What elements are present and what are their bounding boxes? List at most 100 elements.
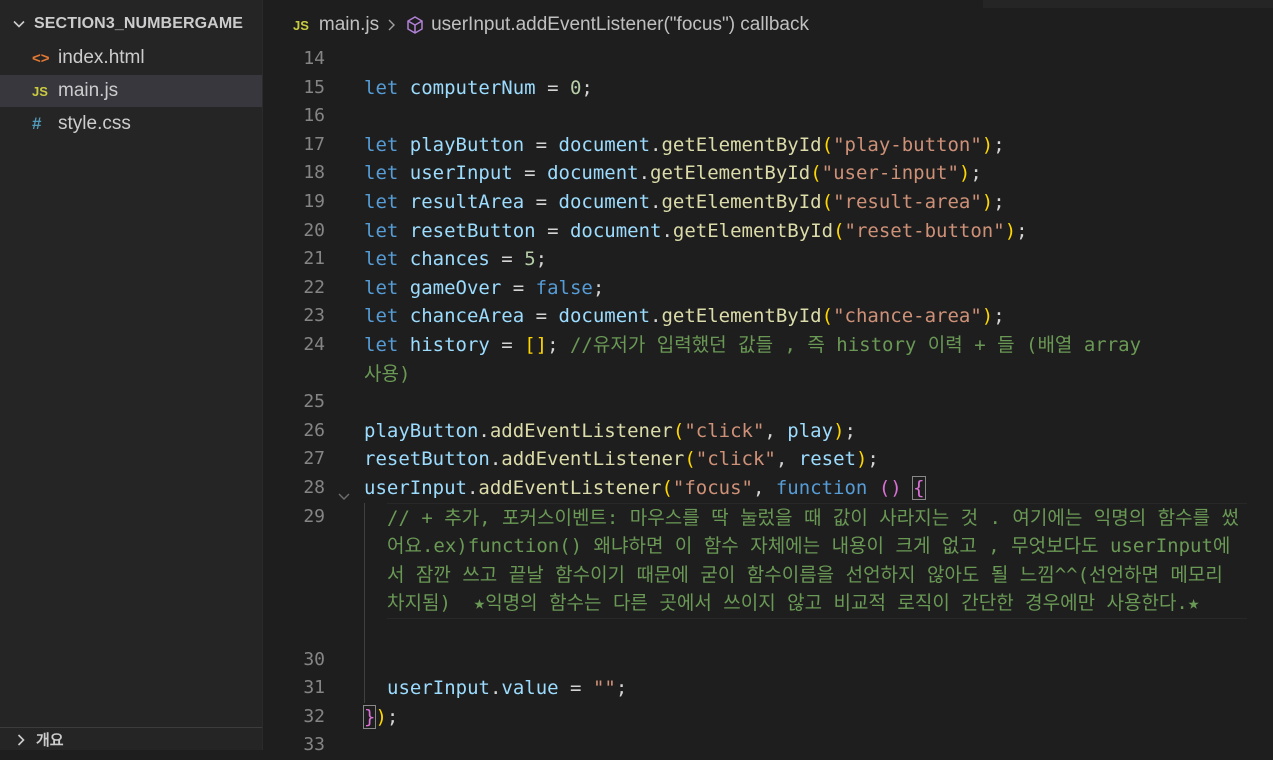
identifier: resetButton — [364, 448, 490, 471]
tab-main-js[interactable] — [263, 0, 983, 8]
file-name: index.html — [58, 47, 145, 68]
js-file-icon: JS — [32, 83, 48, 99]
code-line[interactable]: 15 let computerNum = 0; — [263, 74, 1273, 103]
code-line[interactable]: 31 userInput.value = ""; — [263, 674, 1273, 703]
js-file-icon: JS — [293, 17, 309, 33]
identifier: play — [787, 419, 834, 442]
outline-section-header[interactable]: 개요 — [0, 727, 262, 751]
code-line[interactable]: 26 playButton.addEventListener("click", p… — [263, 417, 1273, 446]
number-literal: 0 — [569, 76, 582, 99]
code-line[interactable]: 14 — [263, 45, 1273, 74]
identifier: resultArea — [409, 190, 525, 213]
identifier: chanceArea — [409, 305, 525, 328]
code-line[interactable]: 21 let chances = 5; — [263, 245, 1273, 274]
identifier: chances — [409, 248, 490, 271]
line-number: 22 — [303, 276, 325, 298]
file-item-main-js[interactable]: JS main.js — [0, 75, 262, 107]
function-name: addEventListener — [501, 448, 685, 471]
identifier: document — [558, 190, 651, 213]
html-file-icon: <> — [32, 49, 50, 67]
code-line[interactable]: 32}); — [263, 703, 1273, 732]
code-line[interactable]: 23 let chanceArea = document.getElementBy… — [263, 302, 1273, 331]
line-number: 33 — [303, 734, 325, 756]
line-number: 24 — [303, 333, 325, 355]
boolean-literal: false — [535, 276, 593, 299]
keyword: let — [364, 333, 399, 356]
code-line[interactable]: 24 let history = []; //유저가 입력했던 값들 , 즉 hi… — [263, 331, 1273, 388]
chevron-down-icon — [12, 17, 34, 31]
number-literal: 5 — [524, 248, 536, 271]
identifier: computerNum — [409, 76, 536, 99]
keyword: let — [364, 219, 399, 242]
identifier: playButton — [409, 133, 525, 156]
line-number: 29 — [303, 505, 325, 527]
code-line[interactable]: 30 — [263, 645, 1273, 675]
function-name: getElementById — [650, 162, 811, 185]
identifier: playButton — [364, 419, 479, 442]
identifier: document — [558, 133, 651, 156]
line-number: 26 — [303, 419, 325, 441]
identifier: history — [409, 333, 490, 356]
tab-strip — [263, 0, 1273, 8]
string-literal: "result-area" — [833, 190, 982, 213]
identifier: gameOver — [409, 276, 502, 299]
keyword: let — [364, 76, 399, 99]
function-name: getElementById — [661, 190, 822, 213]
bracket: } — [362, 704, 377, 729]
code-line[interactable]: 20 let resetButton = document.getElementB… — [263, 217, 1273, 246]
string-literal: "chance-area" — [833, 305, 982, 328]
identifier: userInput — [409, 162, 513, 185]
breadcrumb-file[interactable]: main.js — [319, 14, 379, 36]
function-name: getElementById — [672, 219, 834, 242]
line-number: 25 — [303, 391, 325, 413]
line-number: 23 — [303, 305, 325, 327]
code-line[interactable]: 33 — [263, 731, 1273, 760]
file-name: style.css — [58, 113, 131, 134]
identifier: document — [547, 162, 639, 185]
code-line[interactable]: 28 userInput.addEventListener("focus", fu… — [263, 474, 1273, 503]
explorer-sidebar: SECTION3_NUMBERGAME <> index.html JS mai… — [0, 0, 263, 750]
explorer-folder-header[interactable]: SECTION3_NUMBERGAME — [0, 10, 262, 38]
code-line[interactable]: 22 let gameOver = false; — [263, 274, 1273, 303]
file-item-index-html[interactable]: <> index.html — [0, 42, 262, 74]
file-name: main.js — [58, 80, 119, 101]
code-line[interactable]: 17 let playButton = document.getElementBy… — [263, 131, 1273, 160]
line-number: 18 — [303, 162, 325, 184]
function-name: getElementById — [661, 305, 822, 328]
code-comment: // + 추가, 포커스이벤트: 마우스를 딱 눌렀을 때 값이 사라지는 것 … — [387, 506, 1240, 615]
code-editor[interactable]: JS main.js userInput.addEventListener("f… — [263, 0, 1273, 755]
line-number: 20 — [303, 219, 325, 241]
keyword: let — [364, 162, 399, 185]
code-line[interactable]: 25 — [263, 388, 1273, 417]
line-number: 27 — [303, 448, 325, 470]
breadcrumb-symbol[interactable]: userInput.addEventListener("focus") call… — [431, 14, 809, 36]
bracket: [ — [524, 333, 536, 356]
file-item-style-css[interactable]: # style.css — [0, 108, 262, 140]
code-line[interactable]: 16 — [263, 102, 1273, 131]
css-file-icon: # — [32, 114, 42, 133]
code-line[interactable]: 19 let resultArea = document.getElementBy… — [263, 188, 1273, 217]
identifier: userInput — [364, 476, 467, 499]
identifier: document — [558, 305, 651, 328]
punctuation: ; — [386, 705, 399, 728]
breadcrumb: JS main.js userInput.addEventListener("f… — [263, 10, 1273, 40]
keyword: function — [775, 476, 868, 499]
keyword: let — [364, 276, 399, 299]
code-line[interactable]: 18 let userInput = document.getElementByI… — [263, 159, 1273, 188]
string-literal: "click" — [695, 448, 776, 471]
line-number: 31 — [303, 677, 325, 699]
line-number: 28 — [303, 476, 325, 498]
string-literal: "" — [592, 677, 616, 700]
keyword: let — [364, 305, 399, 328]
line-number: 17 — [303, 133, 325, 155]
keyword: let — [364, 190, 399, 213]
property: value — [501, 677, 559, 700]
outline-label: 개요 — [36, 732, 64, 749]
chevron-right-icon — [387, 18, 397, 32]
code-lines[interactable]: 14 15 let computerNum = 0; 16 17 let playB… — [263, 45, 1273, 760]
string-literal: "play-button" — [833, 133, 982, 156]
code-line[interactable]: 27 resetButton.addEventListener("click", … — [263, 445, 1273, 474]
line-number: 16 — [303, 105, 325, 127]
code-line[interactable]: 29 // + 추가, 포커스이벤트: 마우스를 딱 눌렀을 때 값이 사라지는 … — [263, 502, 1273, 646]
bracket: ) — [375, 705, 387, 728]
